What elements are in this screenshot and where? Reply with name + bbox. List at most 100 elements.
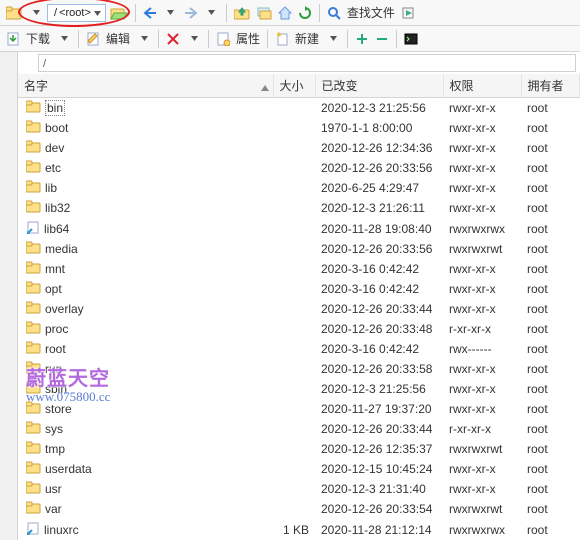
search-go-icon[interactable]: [399, 3, 417, 23]
table-row[interactable]: store2020-11-27 19:37:20rwxr-xr-xroot: [18, 399, 580, 419]
table-row[interactable]: run2020-12-26 20:33:58rwxr-xr-xroot: [18, 359, 580, 379]
download-label[interactable]: 下载: [24, 30, 52, 47]
search-label[interactable]: 查找文件: [345, 4, 397, 21]
file-perm: rwx------: [443, 339, 521, 359]
file-name: mnt: [45, 262, 65, 276]
folder-icon: [26, 120, 41, 136]
table-row[interactable]: var2020-12-26 20:33:54rwxrwxrwtroot: [18, 499, 580, 519]
table-row[interactable]: tmp2020-12-26 12:35:37rwxrwxrwtroot: [18, 439, 580, 459]
folder-dropdown[interactable]: [27, 3, 45, 23]
file-date: 2020-12-26 20:33:56: [315, 158, 443, 178]
table-row[interactable]: opt2020-3-16 0:42:42rwxr-xr-xroot: [18, 279, 580, 299]
file-owner: root: [521, 359, 580, 379]
file-perm: rwxr-xr-x: [443, 178, 521, 198]
table-row[interactable]: proc2020-12-26 20:33:48r-xr-xr-xroot: [18, 319, 580, 339]
folder-icon: [26, 100, 41, 116]
file-name: run: [45, 362, 62, 376]
table-row[interactable]: media2020-12-26 20:33:56rwxrwxrwtroot: [18, 239, 580, 259]
col-header-perm[interactable]: 权限: [443, 74, 521, 98]
col-header-name[interactable]: 名字: [18, 74, 273, 98]
table-row[interactable]: mnt2020-3-16 0:42:42rwxr-xr-xroot: [18, 259, 580, 279]
col-header-owner[interactable]: 拥有者: [521, 74, 580, 98]
table-row[interactable]: etc2020-12-26 20:33:56rwxr-xr-xroot: [18, 158, 580, 178]
table-row[interactable]: lib322020-12-3 21:26:11rwxr-xr-xroot: [18, 198, 580, 218]
file-perm: rwxrwxrwt: [443, 439, 521, 459]
file-owner: root: [521, 379, 580, 399]
edit-label[interactable]: 编辑: [104, 30, 132, 47]
properties-icon[interactable]: [214, 29, 232, 49]
refresh-icon[interactable]: [296, 3, 314, 23]
table-row[interactable]: boot1970-1-1 8:00:00rwxr-xr-xroot: [18, 118, 580, 138]
file-name: lib64: [44, 222, 69, 236]
back-icon[interactable]: [141, 3, 159, 23]
terminal-icon[interactable]: [402, 29, 420, 49]
delete-icon[interactable]: [164, 29, 182, 49]
table-row[interactable]: sys2020-12-26 20:33:44r-xr-xr-xroot: [18, 419, 580, 439]
file-size: 1 KB: [273, 519, 315, 540]
file-name: tmp: [45, 442, 65, 456]
table-row[interactable]: lib2020-6-25 4:29:47rwxr-xr-xroot: [18, 178, 580, 198]
edit-icon[interactable]: [84, 29, 102, 49]
table-row[interactable]: overlay2020-12-26 20:33:44rwxr-xr-xroot: [18, 299, 580, 319]
download-dropdown[interactable]: [55, 29, 73, 49]
table-row[interactable]: root2020-3-16 0:42:42rwx------root: [18, 339, 580, 359]
table-row[interactable]: bin2020-12-3 21:25:56rwxr-xr-xroot: [18, 98, 580, 119]
table-row[interactable]: userdata2020-12-15 10:45:24rwxr-xr-xroot: [18, 459, 580, 479]
file-date: 2020-3-16 0:42:42: [315, 339, 443, 359]
file-size: [273, 499, 315, 519]
path-box[interactable]: / <root>: [47, 4, 106, 22]
file-name: sbin: [45, 382, 67, 396]
file-date: 2020-3-16 0:42:42: [315, 279, 443, 299]
file-size: [273, 158, 315, 178]
file-size: [273, 138, 315, 158]
table-row[interactable]: sbin2020-12-3 21:25:56rwxr-xr-xroot: [18, 379, 580, 399]
file-name: dev: [45, 141, 64, 155]
folder-icon: [26, 180, 41, 196]
new-icon[interactable]: [273, 29, 291, 49]
up-folder-icon[interactable]: [232, 3, 252, 23]
new-label[interactable]: 新建: [293, 30, 321, 47]
table-row[interactable]: linuxrc1 KB2020-11-28 21:12:14rwxrwxrwxr…: [18, 519, 580, 540]
forward-icon[interactable]: [182, 3, 200, 23]
dual-folder-icon[interactable]: [254, 3, 274, 23]
delete-dropdown[interactable]: [185, 29, 203, 49]
file-size: [273, 299, 315, 319]
file-perm: rwxr-xr-x: [443, 399, 521, 419]
folder-icon[interactable]: [4, 3, 24, 23]
plus-icon[interactable]: [353, 29, 371, 49]
file-name: linuxrc: [44, 523, 79, 537]
edit-dropdown[interactable]: [135, 29, 153, 49]
properties-label[interactable]: 属性: [234, 30, 262, 47]
file-perm: rwxrwxrwx: [443, 218, 521, 239]
table-row[interactable]: dev2020-12-26 12:34:36rwxr-xr-xroot: [18, 138, 580, 158]
file-name: boot: [45, 121, 68, 135]
home-icon[interactable]: [276, 3, 294, 23]
minus-icon[interactable]: [373, 29, 391, 49]
file-date: 2020-12-26 20:33:58: [315, 359, 443, 379]
folder-icon: [26, 361, 41, 377]
file-size: [273, 419, 315, 439]
forward-dropdown[interactable]: [203, 3, 221, 23]
file-date: 2020-12-26 12:34:36: [315, 138, 443, 158]
file-perm: rwxr-xr-x: [443, 279, 521, 299]
new-dropdown[interactable]: [324, 29, 342, 49]
open-folder-icon[interactable]: [108, 3, 130, 23]
file-perm: rwxr-xr-x: [443, 259, 521, 279]
file-owner: root: [521, 158, 580, 178]
table-row[interactable]: usr2020-12-3 21:31:40rwxr-xr-xroot: [18, 479, 580, 499]
table-row[interactable]: lib642020-11-28 19:08:40rwxrwxrwxroot: [18, 218, 580, 239]
file-size: [273, 459, 315, 479]
file-name: bin: [45, 100, 65, 116]
file-name: media: [45, 242, 78, 256]
search-icon[interactable]: [325, 3, 343, 23]
file-date: 2020-11-28 19:08:40: [315, 218, 443, 239]
col-header-size[interactable]: 大小: [273, 74, 315, 98]
current-path-bar[interactable]: /: [38, 54, 576, 72]
link-icon: [26, 220, 40, 237]
folder-icon: [26, 321, 41, 337]
folder-icon: [26, 261, 41, 277]
col-header-changed[interactable]: 已改变: [315, 74, 443, 98]
back-dropdown[interactable]: [162, 3, 180, 23]
file-date: 2020-12-3 21:26:11: [315, 198, 443, 218]
download-icon[interactable]: [4, 29, 22, 49]
